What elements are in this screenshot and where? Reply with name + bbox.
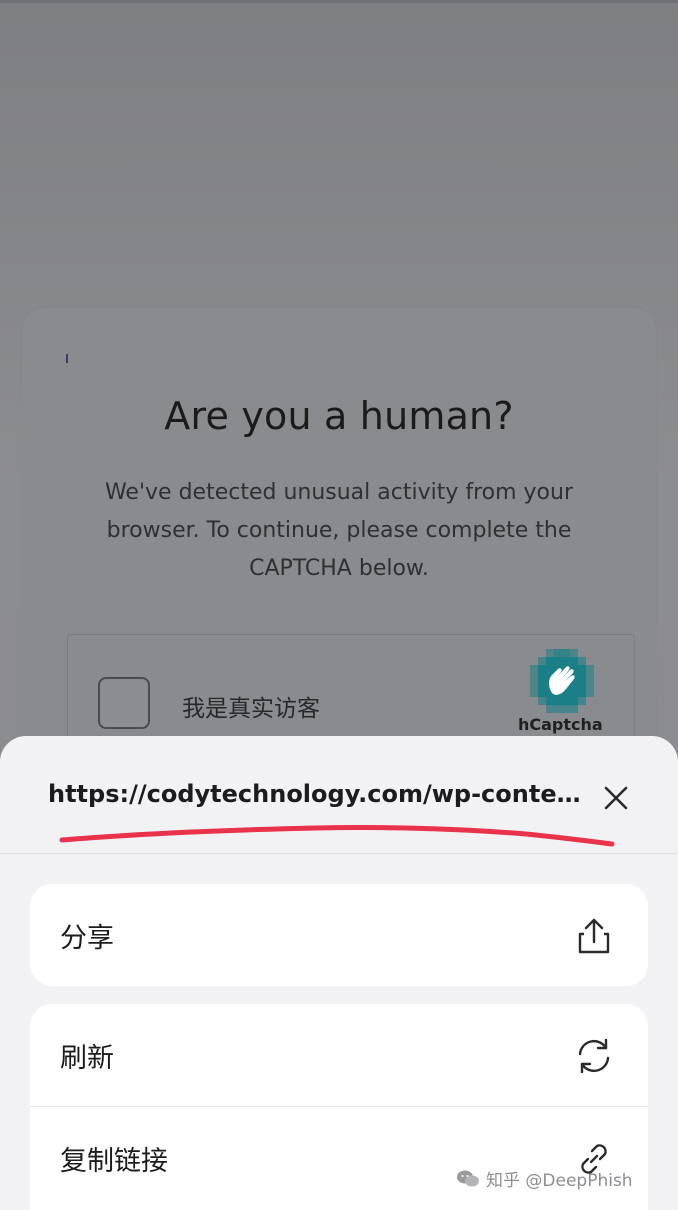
action-copy-link[interactable]: 复制链接 xyxy=(30,1106,648,1209)
captcha-description: We've detected unusual activity from you… xyxy=(104,480,574,581)
action-copy-link-label: 复制链接 xyxy=(60,1146,168,1177)
hcaptcha-logo-icon xyxy=(530,649,594,713)
share-icon xyxy=(578,918,610,954)
captcha-title: Are you a human? xyxy=(164,394,514,438)
wechat-icon xyxy=(457,1170,479,1186)
share-group: 分享 xyxy=(30,884,648,986)
cursor-mark xyxy=(66,354,68,363)
captcha-checkbox-label: 我是真实访客 xyxy=(182,696,320,722)
action-share-label: 分享 xyxy=(60,923,114,954)
close-icon[interactable] xyxy=(598,780,634,816)
captcha-checkbox[interactable] xyxy=(98,677,150,729)
sheet-header: https://codytechnology.com/wp-content/..… xyxy=(0,736,678,854)
page-url: https://codytechnology.com/wp-content/..… xyxy=(48,780,588,808)
action-refresh-label: 刷新 xyxy=(60,1043,114,1074)
refresh-icon xyxy=(578,1038,610,1074)
hcaptcha-brand-text: hCaptcha xyxy=(518,715,603,734)
action-refresh[interactable]: 刷新 xyxy=(30,1004,648,1106)
action-share[interactable]: 分享 xyxy=(30,884,648,986)
watermark-text: 知乎 @DeepPhish xyxy=(486,1171,633,1191)
red-underline-annotation xyxy=(59,824,615,847)
top-edge-bar xyxy=(0,0,678,3)
watermark: 知乎 @DeepPhish xyxy=(456,1166,633,1191)
share-bottom-sheet: https://codytechnology.com/wp-content/..… xyxy=(0,736,678,1210)
